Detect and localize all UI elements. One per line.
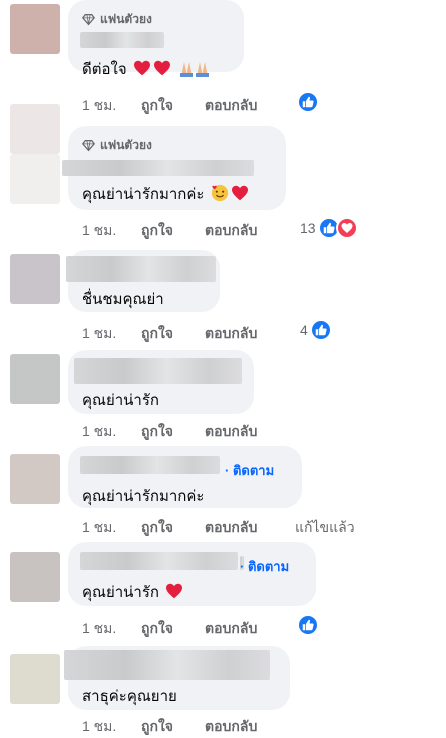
reply-button[interactable]: ตอบกลับ xyxy=(205,618,257,640)
like-button[interactable]: ถูกใจ xyxy=(141,618,173,640)
avatar[interactable] xyxy=(10,254,60,304)
reaction-summary[interactable]: 4 xyxy=(300,319,332,341)
heart-icon xyxy=(133,60,151,80)
avatar[interactable] xyxy=(10,454,60,504)
like-button[interactable]: ถูกใจ xyxy=(141,323,173,345)
top-fan-badge: แฟนตัวยง xyxy=(82,10,152,29)
author-name-blurred[interactable] xyxy=(74,358,242,384)
diamond-icon xyxy=(82,139,95,152)
comment-bubble: คุณย่าน่ารัก xyxy=(68,350,254,414)
like-icon xyxy=(309,319,332,341)
avatar[interactable] xyxy=(10,654,60,704)
author-name-blurred[interactable] xyxy=(62,160,254,176)
comment-text: ดีต่อใจ xyxy=(82,57,213,81)
comment-bubble: สาธุค่ะคุณยาย xyxy=(64,646,290,710)
avatar[interactable] xyxy=(10,154,60,204)
like-button[interactable]: ถูกใจ xyxy=(141,421,173,443)
reply-button[interactable]: ตอบกลับ xyxy=(205,421,257,443)
follow-link[interactable]: · ติดตาม xyxy=(240,556,289,577)
avatar[interactable] xyxy=(10,4,60,54)
like-icon xyxy=(297,91,319,113)
author-name-blurred[interactable] xyxy=(80,32,164,48)
comment-bubble: ชื่นชมคุณย่า xyxy=(66,250,220,312)
comment-bubble: แฟนตัวยง ดีต่อใจ xyxy=(68,0,244,78)
reply-button[interactable]: ตอบกลับ xyxy=(205,95,257,117)
avatar[interactable] xyxy=(10,552,60,602)
reaction-summary[interactable]: 13 xyxy=(300,217,358,239)
diamond-icon xyxy=(82,13,95,26)
comment-text: คุณย่าน่ารัก xyxy=(82,580,183,604)
top-fan-badge: แฟนตัวยง xyxy=(82,136,152,155)
timestamp[interactable]: 1 ชม. xyxy=(82,517,116,539)
avatar[interactable] xyxy=(10,354,60,404)
reaction-count: 4 xyxy=(300,322,308,338)
heart-icon xyxy=(153,60,171,80)
comment-text: คุณย่าน่ารัก xyxy=(82,392,159,409)
timestamp[interactable]: 1 ชม. xyxy=(82,95,116,117)
author-name-blurred[interactable] xyxy=(80,552,238,570)
heart-icon xyxy=(165,583,183,603)
follow-link[interactable]: · ติดตาม xyxy=(225,460,274,481)
reply-button[interactable]: ตอบกลับ xyxy=(205,716,257,738)
comment-text: สาธุค่ะคุณยาย xyxy=(82,688,177,705)
like-button[interactable]: ถูกใจ xyxy=(141,716,173,738)
badge-label: แฟนตัวยง xyxy=(100,138,152,152)
reply-button[interactable]: ตอบกลับ xyxy=(205,517,257,539)
timestamp[interactable]: 1 ชม. xyxy=(82,220,116,242)
author-name-blurred[interactable] xyxy=(80,456,220,474)
heart-icon xyxy=(231,185,249,205)
timestamp[interactable]: 1 ชม. xyxy=(82,716,116,738)
reaction-summary[interactable] xyxy=(297,91,319,113)
comment-bubble: แฟนตัวยง คุณย่าน่ารักมากค่ะ xyxy=(62,126,286,210)
timestamp[interactable]: 1 ชม. xyxy=(82,323,116,345)
comment-text: คุณย่าน่ารักมากค่ะ xyxy=(82,182,249,206)
comment-text: คุณย่าน่ารักมากค่ะ xyxy=(82,488,205,505)
timestamp[interactable]: 1 ชม. xyxy=(82,421,116,443)
comment-text: ชื่นชมคุณย่า xyxy=(82,291,164,308)
reaction-summary[interactable] xyxy=(297,614,319,636)
love-icon xyxy=(335,217,358,239)
like-button[interactable]: ถูกใจ xyxy=(141,517,173,539)
author-name-blurred[interactable] xyxy=(66,256,216,282)
like-button[interactable]: ถูกใจ xyxy=(141,95,173,117)
smiling-hearts-icon xyxy=(211,184,229,206)
edited-label: แก้ไขแล้ว xyxy=(295,519,355,535)
like-icon xyxy=(297,614,319,636)
reply-button[interactable]: ตอบกลับ xyxy=(205,220,257,242)
pray-icon xyxy=(177,59,213,81)
comment-bubble: · ติดตาม คุณย่าน่ารักมากค่ะ xyxy=(68,446,302,508)
comment-bubble: · ติดตาม คุณย่าน่ารัก xyxy=(68,542,316,606)
avatar[interactable] xyxy=(10,104,60,154)
reply-button[interactable]: ตอบกลับ xyxy=(205,323,257,345)
author-name-blurred[interactable] xyxy=(64,650,270,680)
like-button[interactable]: ถูกใจ xyxy=(141,220,173,242)
badge-label: แฟนตัวยง xyxy=(100,12,152,26)
reaction-count: 13 xyxy=(300,220,316,236)
timestamp[interactable]: 1 ชม. xyxy=(82,618,116,640)
